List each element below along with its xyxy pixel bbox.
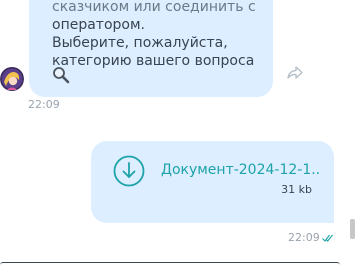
message-line: оператором. (52, 17, 145, 33)
message-line: сказчиком или соединить с (52, 0, 256, 15)
message-line: Выберите, пожалуйста, (52, 35, 228, 51)
chat-window: сказчиком или соединить с оператором. Вы… (0, 0, 355, 265)
double-check-icon (322, 234, 333, 242)
message-line: категорию вашего вопроса (52, 53, 255, 69)
bot-avatar (0, 66, 24, 92)
scrollbar-thumb[interactable] (350, 219, 355, 239)
file-size: 31 kb (281, 183, 312, 196)
incoming-message-bubble: сказчиком или соединить с оператором. Вы… (29, 0, 273, 97)
download-icon[interactable] (113, 155, 145, 187)
magnifying-glass-icon (53, 67, 70, 84)
file-name-link[interactable]: Документ-2024-12-1... (161, 162, 321, 178)
share-icon[interactable] (287, 66, 303, 80)
outgoing-file-bubble[interactable]: Документ-2024-12-1... 31 kb (91, 141, 334, 223)
incoming-timestamp: 22:09 (28, 98, 60, 111)
outgoing-timestamp: 22:09 (288, 231, 320, 244)
